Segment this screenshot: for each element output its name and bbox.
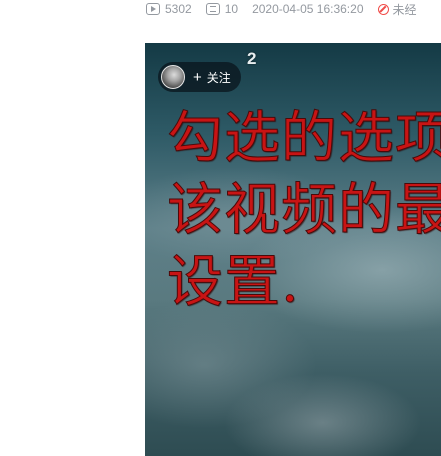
video-stats-bar: 5302 10 2020-04-05 16:36:20 未经 xyxy=(146,0,417,18)
plus-icon: + xyxy=(193,68,202,86)
views-count: 5302 xyxy=(165,2,192,16)
count-badge: 2 xyxy=(247,49,257,68)
follow-label: 关注 xyxy=(206,70,231,85)
prohibited-icon xyxy=(377,3,389,15)
danmaku-icon xyxy=(205,3,220,15)
repost-warning: 未经 xyxy=(392,2,417,17)
danmaku-count: 10 xyxy=(224,2,239,16)
publish-datetime: 2020-04-05 16:36:20 xyxy=(252,2,364,16)
caption-line: 该视频的最 xyxy=(167,178,441,244)
caption-line: 设置. xyxy=(167,250,300,316)
video-caption: 勾选的选项 该视频的最 设置. xyxy=(167,103,441,319)
play-icon xyxy=(146,3,160,15)
caption-line: 勾选的选项 xyxy=(167,106,441,172)
views-stat: 5302 xyxy=(146,2,192,16)
follow-button[interactable]: + 关注 xyxy=(158,62,241,92)
avatar[interactable] xyxy=(161,65,185,89)
danmaku-stat: 10 xyxy=(205,2,239,16)
video-player[interactable]: + 关注 2 勾选的选项 该视频的最 设置. xyxy=(145,43,441,456)
